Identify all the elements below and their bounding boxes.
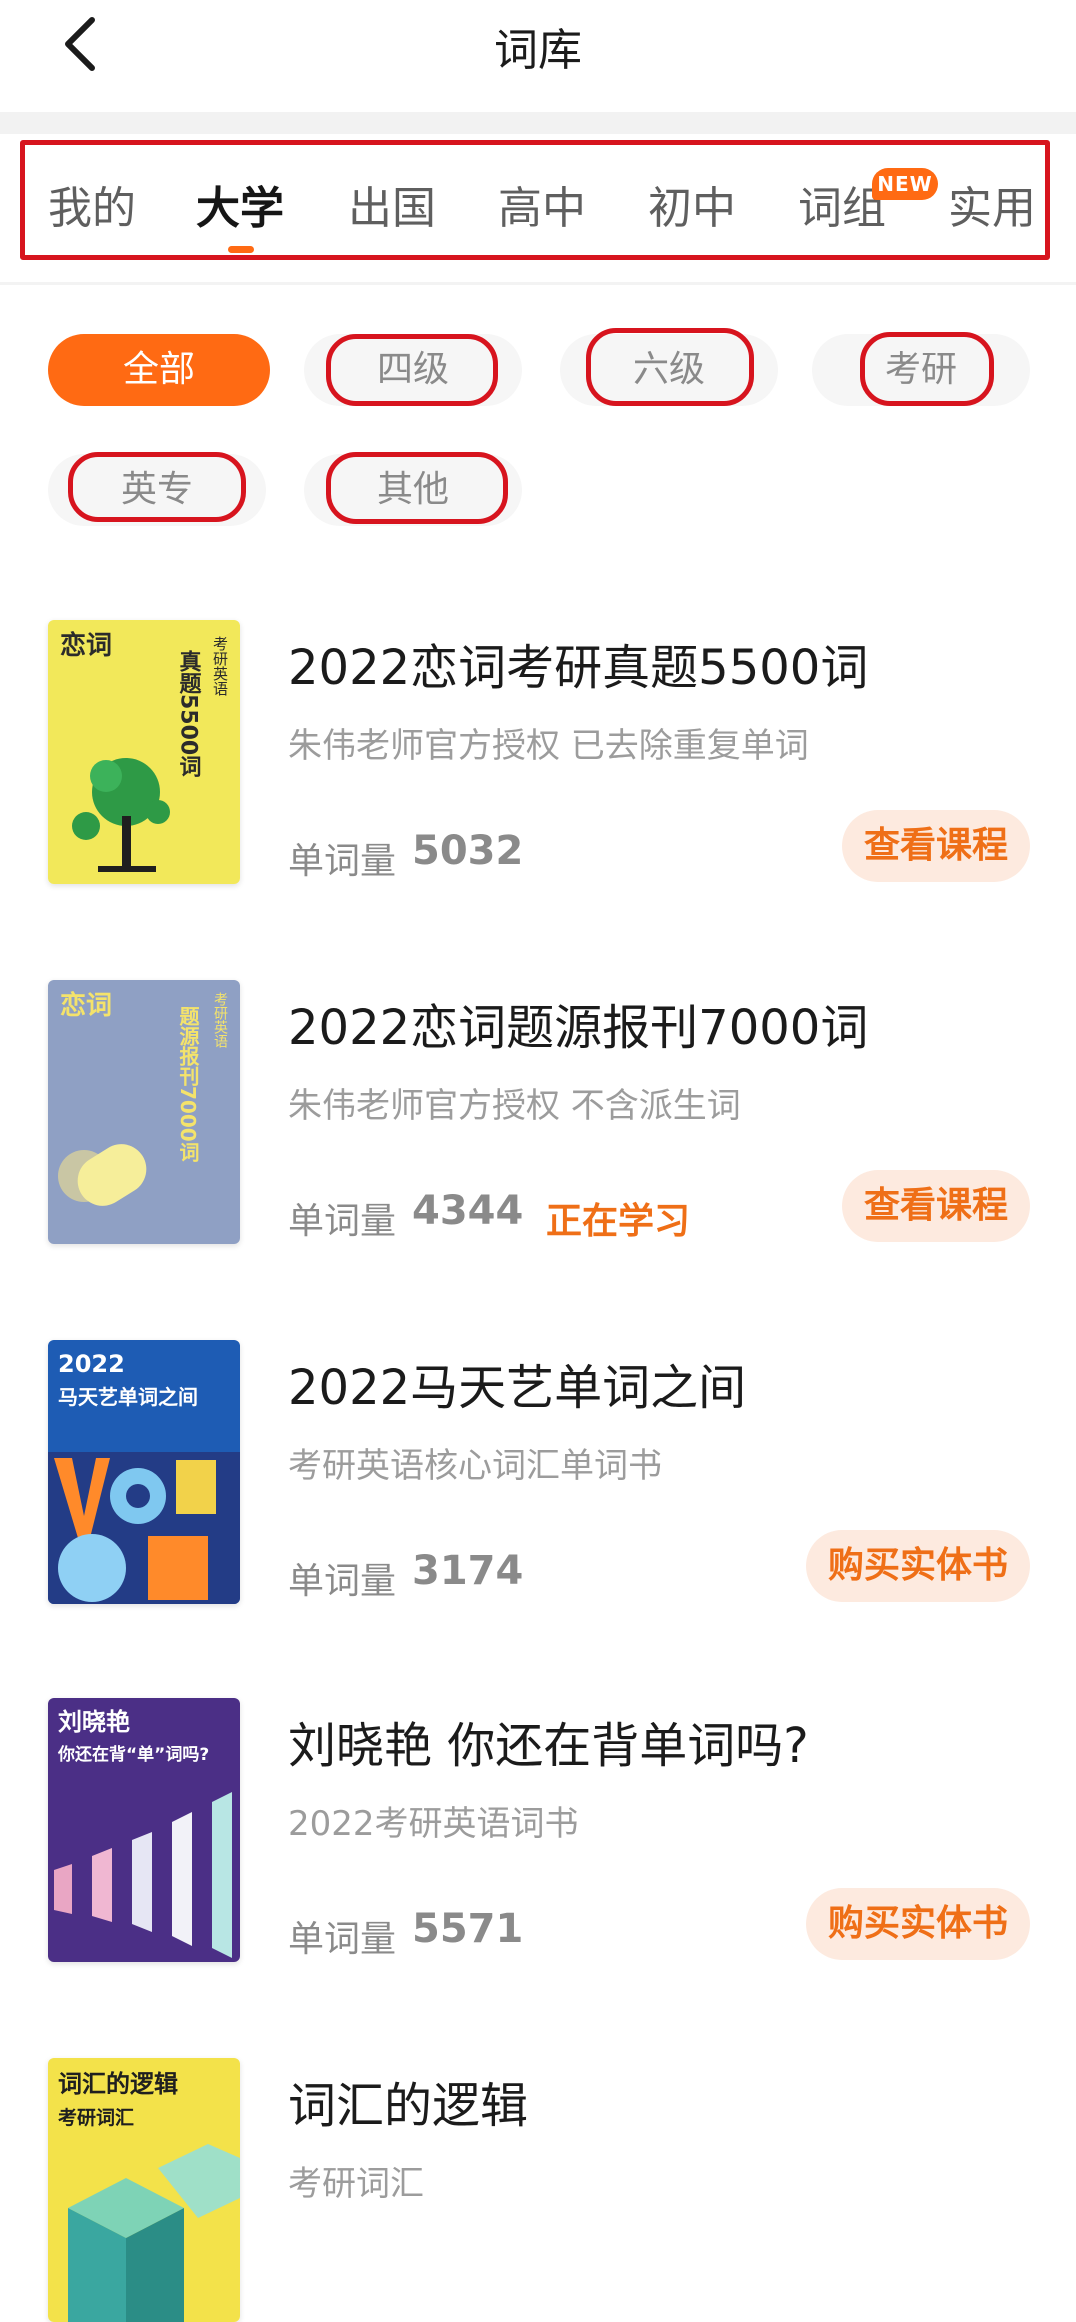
word-count-value: 3174 [412,1548,524,1594]
book-cover: 2022 马天艺单词之间 [48,1340,240,1604]
word-count-label: 单词量 [288,1919,397,1960]
buy-physical-book-button[interactable]: 购买实体书 [806,1888,1030,1960]
cover-line-1: 词汇的逻辑 [58,2070,178,2098]
studying-status: 正在学习 [546,1201,691,1242]
top-bar: 词库 [0,0,1076,112]
word-count-label: 单词量 [288,1561,397,1602]
cover-vertical-title: 真题5500词 [176,649,202,778]
header-divider [0,112,1076,134]
book-list-item[interactable]: 2022 马天艺单词之间 2022马天艺单词之间 考研英语核心词汇单词书 单词量… [0,1340,1076,1640]
filter-english-major[interactable]: 英专 [48,454,266,526]
book-description: 朱伟老师官方授权 不含派生词 [288,1086,741,1126]
book-list-item[interactable]: 词汇的逻辑 考研词汇 词汇的逻辑 考研词汇 [0,2058,1076,2322]
category-tabs: 我的 大学 出国 高中 初中 词组 NEW 实用 [0,134,1076,282]
cover-brand: 恋词 [60,630,112,661]
book-title: 2022恋词题源报刊7000词 [288,1000,869,1056]
book-title: 刘晓艳 你还在背单词吗? [288,1718,809,1774]
book-cover-art: 恋词 题源报刊7000词 考研英语 [48,980,240,1244]
cover-line-2: 你还在背“单”词吗? [57,1744,209,1765]
word-count-value: 4344 [412,1188,524,1234]
word-count-value: 5032 [412,828,524,874]
word-count-label: 单词量 [288,1201,397,1242]
view-course-button[interactable]: 查看课程 [842,810,1030,882]
cover-line-2: 马天艺单词之间 [58,1385,198,1409]
book-list-item[interactable]: 刘晓艳 你还在背“单”词吗? 刘晓艳 你还在背单词吗? 2022考研英语词书 单… [0,1698,1076,1998]
cover-brand: 恋词 [60,990,112,1021]
book-title: 2022恋词考研真题5500词 [288,640,869,696]
cover-vertical-subtitle: 考研英语 [211,636,229,696]
filter-cet6[interactable]: 六级 [560,334,778,406]
filter-all[interactable]: 全部 [48,334,270,406]
word-count-value: 5571 [412,1906,524,1952]
filter-cet4[interactable]: 四级 [304,334,522,406]
tabs-divider [0,282,1076,285]
cover-vertical-title: 题源报刊7000词 [176,1006,200,1162]
cover-line-1: 刘晓艳 [58,1708,130,1736]
filter-kaoyan[interactable]: 考研 [812,334,1030,406]
cover-vertical-subtitle: 考研英语 [212,992,228,1048]
tabs-highlight-box [20,140,1050,260]
cover-line-1: 2022 [58,1350,125,1378]
view-course-button[interactable]: 查看课程 [842,1170,1030,1242]
book-cover: 词汇的逻辑 考研词汇 [48,2058,240,2322]
book-list-item[interactable]: 恋词 题源报刊7000词 考研英语 2022恋词题源报刊7000词 朱伟老师官方… [0,980,1076,1280]
book-description: 朱伟老师官方授权 已去除重复单词 [288,726,809,766]
book-cover: 刘晓艳 你还在背“单”词吗? [48,1698,240,1962]
book-description: 考研英语核心词汇单词书 [288,1446,662,1486]
book-cover-art: 2022 马天艺单词之间 [48,1340,240,1604]
cover-line-2: 考研词汇 [58,2107,134,2129]
book-list-item[interactable]: 恋词 真题5500词 考研英语 2022恋词考研真题5500词 朱伟老师官方授权… [0,620,1076,920]
word-count-label: 单词量 [288,841,397,882]
page-title: 词库 [494,25,582,76]
book-title: 词汇的逻辑 [288,2078,529,2134]
book-cover-art: 刘晓艳 你还在背“单”词吗? [48,1698,240,1962]
book-cover: 恋词 题源报刊7000词 考研英语 [48,980,240,1244]
book-title: 2022马天艺单词之间 [288,1360,747,1416]
buy-physical-book-button[interactable]: 购买实体书 [806,1530,1030,1602]
filter-other[interactable]: 其他 [304,454,522,526]
book-description: 考研词汇 [288,2164,424,2204]
book-cover: 恋词 真题5500词 考研英语 [48,620,240,884]
book-cover-art: 词汇的逻辑 考研词汇 [48,2058,240,2322]
book-cover-art: 恋词 真题5500词 考研英语 [48,620,240,884]
book-description: 2022考研英语词书 [288,1804,579,1844]
